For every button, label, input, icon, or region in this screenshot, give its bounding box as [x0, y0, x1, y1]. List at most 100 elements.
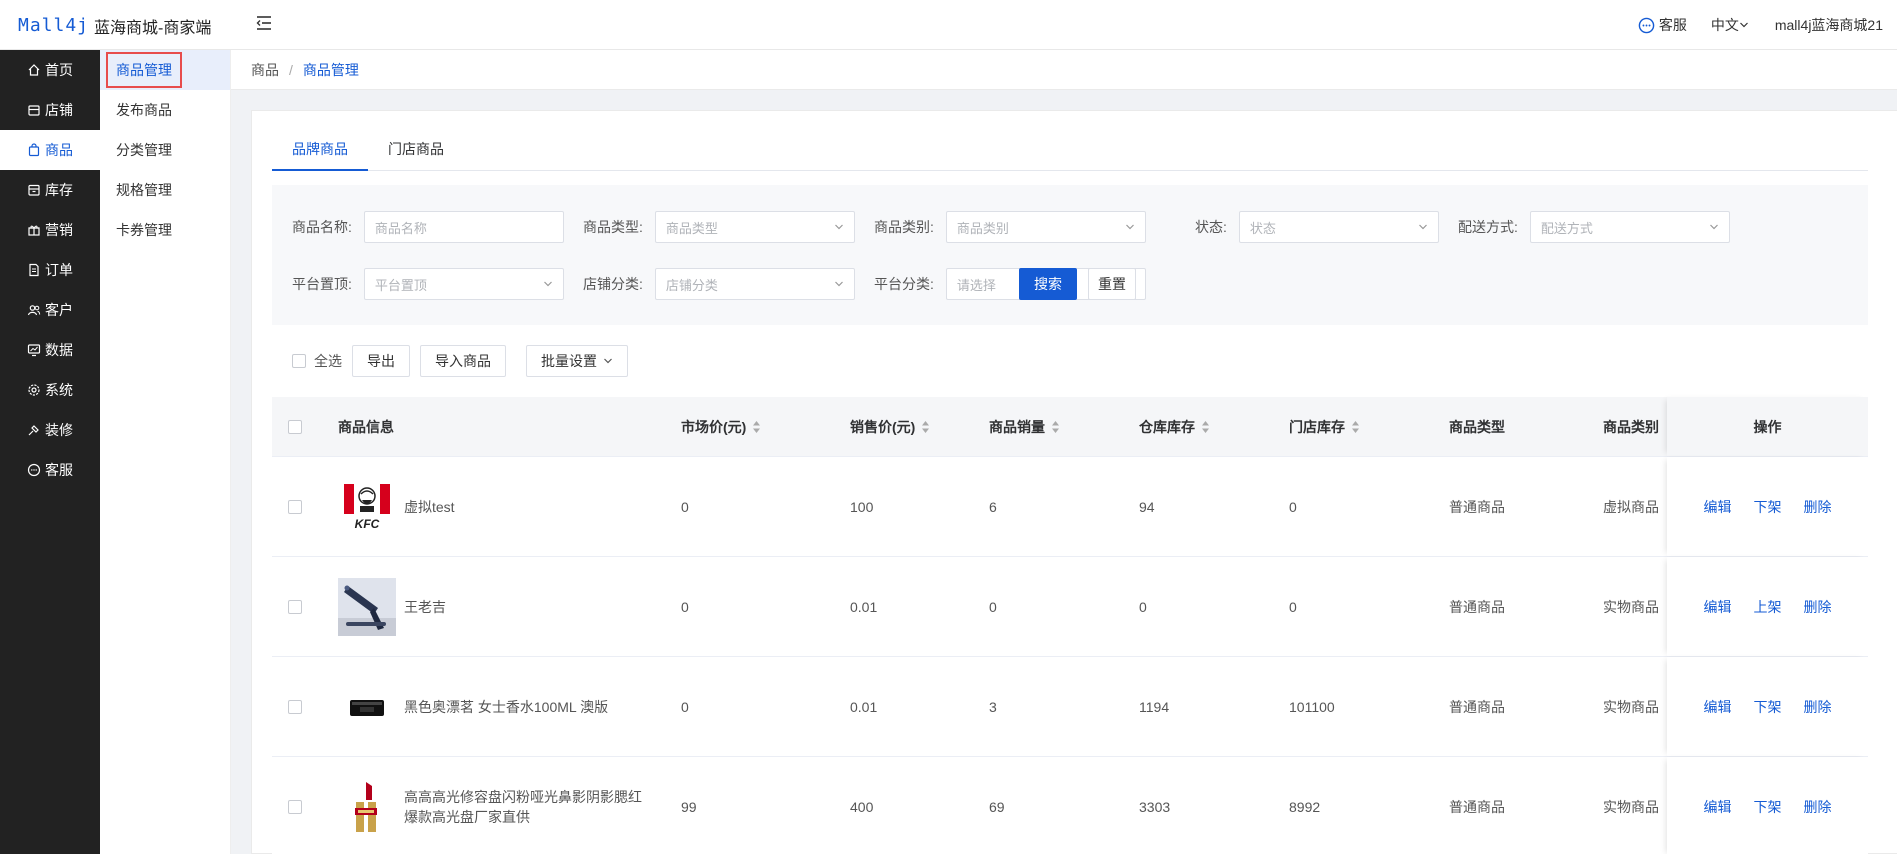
edit-link[interactable]: 编辑 — [1704, 497, 1732, 517]
menu-collapse-icon[interactable] — [254, 13, 274, 33]
delete-link[interactable]: 删除 — [1804, 697, 1832, 717]
product-name[interactable]: 高高高光修容盘闪粉哑光鼻影阴影腮红爆款高光盘厂家直供 — [404, 787, 644, 827]
search-button[interactable]: 搜索 — [1019, 268, 1077, 300]
app-title: 蓝海商城-商家端 — [94, 20, 212, 37]
sidebar-item-data[interactable]: 数据 — [0, 330, 100, 370]
tab-brand-products[interactable]: 品牌商品 — [272, 135, 368, 171]
perfume-photo-image — [338, 677, 396, 736]
header-service-button[interactable]: 客服 — [1638, 15, 1687, 35]
edit-link[interactable]: 编辑 — [1704, 797, 1732, 817]
submenu-item-category-management[interactable]: 分类管理 — [100, 130, 230, 170]
gift-icon — [28, 225, 40, 236]
sidebar-item-marketing[interactable]: 营销 — [0, 210, 100, 250]
product-name[interactable]: 王老吉 — [404, 597, 644, 617]
shop-category-select[interactable]: 店铺分类 — [654, 268, 855, 300]
submenu-item-product-management[interactable]: 商品管理 — [100, 50, 230, 90]
col-header-info: 商品信息 — [338, 418, 394, 435]
col-header-sale-price[interactable]: 销售价(元) — [850, 397, 930, 456]
cell-category: 实物商品 — [1603, 598, 1659, 615]
cell-market-price: 0 — [681, 498, 689, 515]
language-dropdown[interactable]: 中文 — [1711, 15, 1749, 35]
breadcrumb-root[interactable]: 商品 — [251, 60, 279, 80]
sidebar-item-service[interactable]: 客服 — [0, 450, 100, 490]
submenu-item-spec-management[interactable]: 规格管理 — [100, 170, 230, 210]
row-checkbox[interactable] — [288, 799, 302, 814]
product-thumbnail[interactable] — [338, 577, 396, 636]
chat-icon — [27, 463, 41, 477]
row-checkbox[interactable] — [288, 599, 302, 614]
select-all-checkbox[interactable] — [292, 354, 306, 368]
batch-settings-label: 批量设置 — [541, 353, 597, 369]
sidebar-item-shop[interactable]: 店铺 — [0, 90, 100, 130]
col-header-warehouse-stock[interactable]: 仓库库存 — [1139, 397, 1210, 456]
import-products-button[interactable]: 导入商品 — [420, 345, 506, 377]
user-menu[interactable]: mall4j蓝海商城21 — [1775, 15, 1883, 35]
secondary-sidebar: 商品管理 发布商品 分类管理 规格管理 卡券管理 — [100, 50, 231, 854]
sort-icon[interactable] — [921, 420, 930, 434]
delete-link[interactable]: 删除 — [1804, 797, 1832, 817]
col-header-sales[interactable]: 商品销量 — [989, 397, 1060, 456]
cell-sale-price: 0.01 — [850, 698, 878, 715]
sidebar-item-customers[interactable]: 客户 — [0, 290, 100, 330]
product-category-select[interactable]: 商品类别 — [945, 211, 1146, 243]
sidebar-item-home[interactable]: 首页 — [0, 50, 100, 90]
sidebar-item-product[interactable]: 商品 — [0, 130, 100, 170]
main-content-card: 品牌商品 门店商品 商品名称: 商品名称 商品类型: 商品类型 商品类别: 商品… — [251, 110, 1897, 854]
ops-column-header: 操作 — [1667, 397, 1868, 456]
sort-icon[interactable] — [1201, 420, 1210, 434]
row-checkbox[interactable] — [288, 699, 302, 714]
shelf-toggle-link[interactable]: 下架 — [1754, 797, 1782, 817]
product-category-placeholder: 商品类别 — [956, 220, 1009, 236]
delivery-method-select[interactable]: 配送方式 — [1529, 211, 1730, 243]
cell-store-stock: 0 — [1289, 598, 1297, 615]
sidebar-item-decorate[interactable]: 装修 — [0, 410, 100, 450]
submenu-item-coupon-management[interactable]: 卡券管理 — [100, 210, 230, 250]
select-all-label[interactable]: 全选 — [314, 351, 342, 371]
platform-top-placeholder: 平台置顶 — [374, 277, 427, 293]
cell-market-price: 0 — [681, 598, 689, 615]
product-name[interactable]: 黑色奥漂茗 女士香水100ML 澳版 — [404, 697, 644, 717]
sort-icon[interactable] — [752, 420, 761, 434]
export-button[interactable]: 导出 — [352, 345, 410, 377]
submenu-item-publish-product[interactable]: 发布商品 — [100, 90, 230, 130]
shelf-toggle-link[interactable]: 上架 — [1754, 597, 1782, 617]
product-type-select[interactable]: 商品类型 — [654, 211, 855, 243]
product-thumbnail[interactable]: KFC — [338, 478, 396, 536]
product-name-input[interactable]: 商品名称 — [363, 211, 564, 243]
status-select[interactable]: 状态 — [1238, 211, 1439, 243]
header-select-checkbox[interactable] — [288, 419, 302, 434]
delete-link[interactable]: 删除 — [1804, 597, 1832, 617]
cell-market-price: 0 — [681, 698, 689, 715]
col-header-market-price[interactable]: 市场价(元) — [681, 397, 761, 456]
col-header-store-stock[interactable]: 门店库存 — [1289, 397, 1360, 456]
shelf-toggle-link[interactable]: 下架 — [1754, 697, 1782, 717]
inventory-icon — [28, 184, 40, 196]
sidebar-item-orders[interactable]: 订单 — [0, 250, 100, 290]
filter-panel: 商品名称: 商品名称 商品类型: 商品类型 商品类别: 商品类别 状态: 状态 … — [272, 185, 1868, 325]
submenu-item-label: 卡券管理 — [116, 222, 172, 238]
platform-top-select[interactable]: 平台置顶 — [363, 268, 564, 300]
delete-link[interactable]: 删除 — [1804, 497, 1832, 517]
product-thumbnail[interactable] — [338, 677, 396, 736]
sidebar-item-inventory[interactable]: 库存 — [0, 170, 100, 210]
chevron-down-icon — [1125, 224, 1134, 230]
sort-icon[interactable] — [1051, 420, 1060, 434]
reset-button[interactable]: 重置 — [1088, 268, 1136, 300]
product-name[interactable]: 虚拟test — [404, 497, 644, 517]
edit-link[interactable]: 编辑 — [1704, 597, 1732, 617]
shelf-toggle-link[interactable]: 下架 — [1754, 497, 1782, 517]
cell-sales: 6 — [989, 498, 997, 515]
cell-type: 普通商品 — [1449, 598, 1505, 615]
language-label: 中文 — [1710, 17, 1739, 33]
edit-link[interactable]: 编辑 — [1704, 697, 1732, 717]
svg-text:KFC: KFC — [355, 517, 380, 531]
submenu-item-label: 规格管理 — [116, 182, 172, 198]
batch-settings-dropdown[interactable]: 批量设置 — [526, 345, 628, 377]
logo: Mall4j — [18, 12, 89, 38]
tab-store-products[interactable]: 门店商品 — [368, 135, 464, 171]
product-thumbnail[interactable] — [338, 777, 396, 836]
row-checkbox[interactable] — [288, 499, 302, 514]
sort-icon[interactable] — [1351, 420, 1360, 434]
sidebar-item-system[interactable]: 系统 — [0, 370, 100, 410]
sidebar-item-label: 库存 — [45, 182, 73, 198]
